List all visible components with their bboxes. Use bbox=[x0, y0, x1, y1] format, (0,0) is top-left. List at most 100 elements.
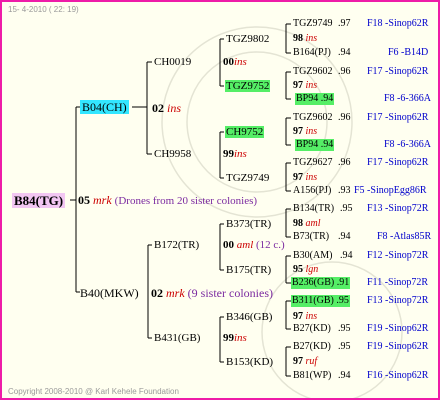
copyright: Copyright 2008-2010 @ Karl Kehele Founda… bbox=[8, 387, 179, 396]
g3-queen-2: TGZ9752 bbox=[225, 80, 271, 92]
g1-queen-2: B40(MKW) bbox=[80, 286, 139, 300]
g2-year-row-3: 00 aml (12 c.) bbox=[223, 239, 285, 251]
g1-year-1: 02 bbox=[152, 101, 164, 115]
g4-line-2: F6 -B14D bbox=[388, 47, 429, 58]
g3-year-row-1: 98 ins bbox=[293, 33, 317, 45]
g2-queen-2: CH9958 bbox=[154, 148, 192, 160]
g4-name-3: TGZ9602 bbox=[293, 66, 333, 77]
g3-queen-1: TGZ9802 bbox=[226, 33, 270, 45]
g4-pct-7: .96 bbox=[338, 157, 351, 168]
g4-name-4-text: BP94 bbox=[296, 93, 319, 104]
g3-mating-1: ins bbox=[305, 33, 318, 44]
g4-name-16: B81(WP) bbox=[293, 370, 332, 381]
g4-name-7: TGZ9627 bbox=[293, 157, 333, 168]
root-year-row: 05 mrk (Drones from 20 sister colonies) bbox=[78, 193, 257, 208]
root-mating: mrk bbox=[93, 193, 112, 207]
g4-name-2: B164(PJ) bbox=[293, 47, 331, 58]
g2-year-1: 00 bbox=[223, 56, 234, 68]
g2-mating-3: aml bbox=[236, 239, 254, 251]
print-date: 15- 4-2010 ( 22: 19) bbox=[8, 5, 79, 14]
g3-year-7: 97 bbox=[293, 311, 303, 322]
g4-line-13: F13 -Sinop72R bbox=[367, 295, 429, 306]
g3-year-row-3: 97 ins bbox=[293, 126, 317, 138]
g3-year-2: 97 bbox=[293, 80, 303, 91]
g4-pct-9: .95 bbox=[340, 203, 353, 214]
g4-name-15: B27(KD) bbox=[293, 341, 331, 352]
g4-line-9: F13 -Sinop72R bbox=[367, 203, 429, 214]
g4-line-6: F8 -6-366A bbox=[384, 139, 431, 150]
g2-mating-2: ins bbox=[234, 148, 247, 160]
g4-name-12-text: B236(GB) bbox=[292, 277, 335, 288]
pedigree-frame: 15- 4-2010 ( 22: 19) Copyright 2008-2010… bbox=[0, 0, 440, 400]
g3-queen-4: TGZ9749 bbox=[226, 172, 270, 184]
g4-pct-10: .94 bbox=[338, 231, 351, 242]
g3-queen-5: B373(TR) bbox=[226, 218, 272, 230]
g3-year-row-2: 97 ins bbox=[293, 80, 317, 92]
g3-year-6: 95 bbox=[293, 264, 303, 275]
g3-queen-7: B346(GB) bbox=[226, 311, 273, 323]
g4-line-4: F8 -6-366A bbox=[384, 93, 431, 104]
g4-name-4: BP94 .94 bbox=[295, 93, 335, 105]
g4-name-6-text: BP94 bbox=[296, 139, 319, 150]
g2-year-row-2: 99ins bbox=[223, 148, 247, 160]
g4-line-11: F12 -Sinop72R bbox=[367, 250, 429, 261]
g3-mating-7: ins bbox=[305, 311, 318, 322]
g1-year-row-1: 02 ins bbox=[152, 101, 181, 115]
g1-note-2: (9 sister colonies) bbox=[187, 286, 273, 300]
g1-queen-1: B04(CH) bbox=[80, 100, 129, 114]
g4-line-10: F8 -Atlas85R bbox=[377, 231, 432, 242]
g3-year-4: 97 bbox=[293, 172, 303, 183]
g4-pct-6: .94 bbox=[320, 139, 334, 150]
g4-name-13-text: B311(GB) bbox=[292, 295, 334, 306]
g3-year-1: 98 bbox=[293, 33, 303, 44]
root-note: (Drones from 20 sister colonies) bbox=[114, 195, 258, 207]
g4-line-3: F17 -Sinop62R bbox=[367, 66, 429, 77]
g4-pct-3: .96 bbox=[338, 66, 351, 77]
g4-line-15: F19 -Sinop62R bbox=[367, 341, 429, 352]
g4-line-5: F17 -Sinop62R bbox=[367, 112, 429, 123]
g4-pct-5: .96 bbox=[338, 112, 351, 123]
g4-name-9: B134(TR) bbox=[293, 203, 335, 214]
g2-queen-1: CH0019 bbox=[154, 56, 192, 68]
g4-name-8: A156(PJ) bbox=[293, 185, 332, 196]
g1-mating-2: mrk bbox=[166, 286, 185, 300]
g4-name-14: B27(KD) bbox=[293, 323, 331, 334]
g4-line-14: F19 -Sinop62R bbox=[367, 323, 429, 334]
g4-pct-14: .95 bbox=[338, 323, 351, 334]
g4-pct-13: .95 bbox=[336, 295, 349, 306]
g3-queen-3: CH9752 bbox=[225, 126, 265, 138]
g3-mating-2: ins bbox=[305, 80, 318, 91]
g4-line-7: F17 -Sinop62R bbox=[367, 157, 429, 168]
g4-name-11: B30(AM) bbox=[293, 250, 333, 261]
root-queen: B84(TG) bbox=[12, 193, 66, 208]
g4-name-5: TGZ9602 bbox=[293, 112, 333, 123]
g1-year-2: 02 bbox=[151, 286, 163, 300]
g1-mating-1: ins bbox=[167, 101, 182, 115]
g2-year-3: 00 bbox=[223, 239, 234, 251]
g4-name-10: B73(TR) bbox=[293, 231, 330, 242]
g2-year-4: 99 bbox=[223, 332, 234, 344]
g3-year-5: 98 bbox=[293, 218, 303, 229]
g2-year-row-4: 99ins bbox=[223, 332, 247, 344]
g4-pct-1: .97 bbox=[338, 18, 351, 29]
g3-mating-6: lgn bbox=[305, 264, 319, 275]
g4-line-1: F18 -Sinop62R bbox=[367, 18, 429, 29]
g2-mating-4: ins bbox=[234, 332, 247, 344]
g3-year-row-8: 97 ruf bbox=[293, 356, 317, 368]
g4-line-16: F16 -Sinop62R bbox=[367, 370, 429, 381]
g4-line-8: F5 -SinopEgg86R bbox=[354, 185, 427, 196]
g4-line-12: F11 -Sinop72R bbox=[367, 277, 429, 288]
g4-pct-12: .91 bbox=[336, 277, 350, 288]
g4-pct-16: .94 bbox=[338, 370, 351, 381]
g3-mating-4: ins bbox=[305, 172, 318, 183]
g3-mating-5: aml bbox=[305, 218, 321, 229]
g4-pct-8: .93 bbox=[338, 185, 351, 196]
g1-year-row-2: 02 mrk (9 sister colonies) bbox=[151, 286, 273, 300]
g4-pct-2: .94 bbox=[338, 47, 351, 58]
g2-note-3: (12 c.) bbox=[256, 239, 285, 251]
g4-name-1: TGZ9749 bbox=[293, 18, 333, 29]
g2-year-row-1: 00ins bbox=[223, 56, 247, 68]
g3-year-8: 97 bbox=[293, 356, 303, 367]
root-year: 05 bbox=[78, 193, 90, 207]
g3-year-row-4: 97 ins bbox=[293, 172, 317, 184]
